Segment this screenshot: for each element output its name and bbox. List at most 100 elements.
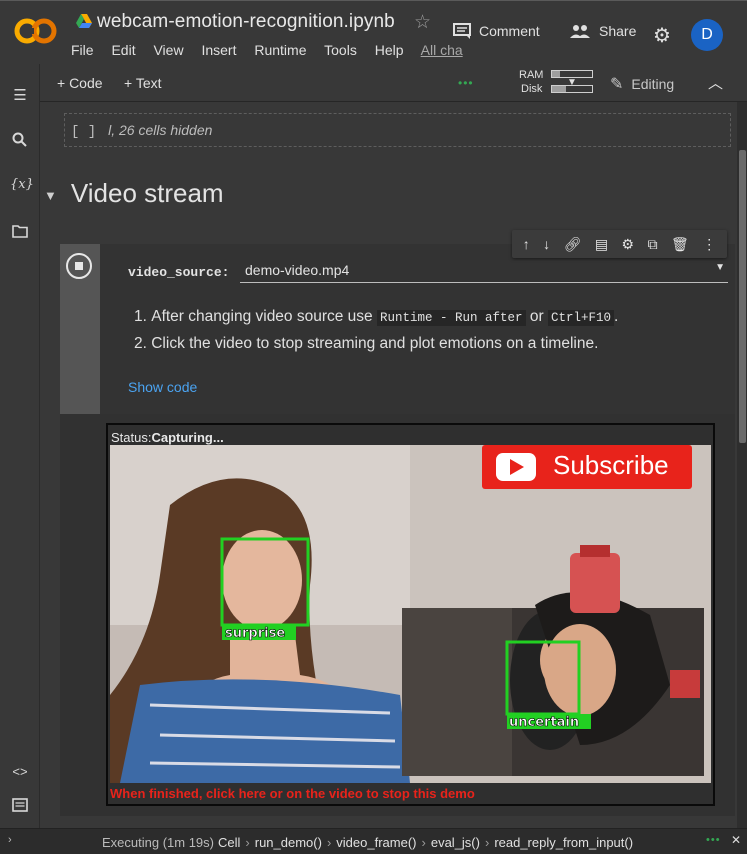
people-icon [570, 25, 590, 38]
settings-button[interactable]: ⚙ [653, 23, 671, 48]
menu-runtime[interactable]: Runtime [254, 42, 306, 58]
comment-icon[interactable]: ▤ [595, 236, 608, 253]
status-label: Status: [111, 430, 152, 445]
comment-icon [453, 23, 471, 39]
menu-insert[interactable]: Insert [201, 42, 236, 58]
cell-output: Status:Capturing... Subscribe surprise u… [106, 423, 715, 806]
add-text-button[interactable]: + Text [124, 75, 162, 91]
stop-icon [75, 262, 83, 270]
connection-status-icon[interactable]: ••• [458, 76, 474, 90]
menu-view[interactable]: View [153, 42, 183, 58]
comment-button[interactable]: Comment [453, 23, 540, 39]
show-code-link[interactable]: Show code [128, 379, 197, 395]
table-of-contents-icon[interactable]: ☰ [10, 86, 30, 106]
video-stream[interactable]: Subscribe surprise uncertain [110, 445, 711, 783]
disk-label: Disk [521, 83, 543, 95]
face-label-2: uncertain [509, 715, 579, 730]
path-video-frame[interactable]: video_frame() [336, 835, 416, 850]
menu-help[interactable]: Help [375, 42, 404, 58]
menu-file[interactable]: File [71, 42, 94, 58]
menu-bar: File Edit View Insert Runtime Tools Help… [71, 42, 477, 58]
video-source-select[interactable]: demo-video.mp4 ▼ [240, 257, 728, 283]
instruction-step-1: 1. After changing video source use Runti… [134, 308, 619, 326]
executing-status: Executing (1m 19s) [102, 835, 214, 850]
subscribe-text: Subscribe [553, 450, 669, 480]
terminal-icon[interactable] [10, 798, 30, 818]
path-cell[interactable]: Cell [218, 835, 240, 850]
capture-status: Status:Capturing... [111, 430, 224, 445]
add-code-button[interactable]: + Code [57, 75, 103, 91]
hidden-cells-row[interactable]: [ ] l, 26 cells hidden [64, 113, 731, 147]
search-icon[interactable] [10, 132, 30, 152]
path-read-reply[interactable]: read_reply_from_input() [494, 835, 633, 850]
path-run-demo[interactable]: run_demo() [255, 835, 322, 850]
step2-text: Click the video to stop streaming and pl… [151, 335, 599, 352]
instructions-list: 1. After changing video source use Runti… [134, 304, 618, 357]
pencil-icon: ✎ [610, 76, 624, 93]
collapse-header-icon[interactable]: ︿ [708, 72, 723, 93]
editing-label: Editing [631, 76, 675, 92]
menu-tools[interactable]: Tools [324, 42, 357, 58]
code-cell[interactable]: video_source: demo-video.mp4 ▼ 1. After … [60, 230, 735, 816]
menu-edit[interactable]: Edit [111, 42, 135, 58]
share-button[interactable]: Share [569, 23, 636, 39]
delete-icon[interactable]: 🗑︎ [671, 236, 689, 253]
mirror-cell-icon[interactable]: ⧉ [648, 236, 658, 253]
hidden-cells-text: l, 26 cells hidden [108, 122, 213, 138]
google-drive-icon[interactable] [76, 14, 92, 28]
resource-dropdown-icon[interactable]: ▼ [567, 77, 577, 88]
share-label: Share [599, 23, 637, 39]
code-snippets-icon[interactable]: <> [10, 764, 30, 784]
link-icon[interactable]: 🔗︎ [564, 236, 582, 253]
move-up-icon[interactable]: ↑ [523, 236, 530, 252]
disk-bar-fill [552, 86, 566, 92]
path-eval-js[interactable]: eval_js() [431, 835, 480, 850]
step1-prefix: After changing video source use [151, 308, 373, 325]
hidden-cells-bracket: [ ] [71, 124, 97, 140]
files-icon[interactable] [10, 224, 30, 244]
editing-mode-button[interactable]: ✎ Editing [610, 74, 674, 94]
video-frame: Subscribe surprise uncertain [110, 445, 711, 783]
face-label-1: surprise [225, 626, 285, 641]
comment-label: Comment [479, 23, 540, 39]
account-avatar[interactable]: D [691, 19, 723, 51]
notebook-toolbar: + Code + Text ••• RAM Disk ▼ ✎ Editing ︿ [40, 64, 747, 102]
notebook-content: [ ] l, 26 cells hidden ▼ Video stream vid… [40, 102, 737, 828]
step1-code-shortcut: Ctrl+F10 [547, 310, 614, 326]
step1-mid: or [529, 308, 544, 325]
star-icon[interactable]: ☆ [414, 11, 431, 34]
more-options-icon[interactable]: ⋮ [702, 236, 716, 253]
stop-execution-button[interactable] [66, 253, 92, 279]
collapse-caret-icon[interactable]: ▼ [44, 188, 57, 203]
section-header[interactable]: ▼ Video stream [44, 178, 224, 209]
section-title: Video stream [70, 178, 224, 208]
ram-label: RAM [519, 69, 544, 81]
left-rail: ☰ {x} <> [0, 64, 40, 828]
status-bar: › Executing (1m 19s) Cell › run_demo() › vid… [0, 828, 747, 854]
ram-bar-fill [552, 71, 560, 77]
gear-icon: ⚙ [653, 25, 671, 47]
close-status-icon[interactable]: ✕ [731, 833, 741, 847]
video-source-label: video_source: [128, 265, 230, 280]
variables-icon[interactable]: {x} [10, 177, 34, 197]
cell-gutter [60, 244, 100, 414]
video-source-value: demo-video.mp4 [245, 262, 350, 278]
step1-code-runtime: Runtime - Run after [377, 310, 526, 326]
all-changes-link[interactable]: All cha [421, 42, 463, 58]
colab-logo[interactable] [13, 15, 57, 47]
step1-suffix: . [613, 308, 619, 325]
status-value: Capturing... [151, 430, 224, 445]
top-bar: webcam-emotion-recognition.ipynb ☆ File … [0, 0, 747, 64]
execution-path: Cell › run_demo() › video_frame() › eval_js() ›… [218, 835, 634, 850]
stop-demo-message[interactable]: When finished, click here or on the vide… [110, 786, 475, 801]
instruction-step-2: 2. Click the video to stop streaming and… [134, 335, 599, 352]
move-down-icon[interactable]: ↓ [543, 236, 550, 252]
scrollbar-thumb[interactable] [739, 150, 746, 443]
status-more-icon[interactable]: ••• [706, 834, 721, 846]
cell-settings-icon[interactable]: ⚙ [622, 236, 635, 253]
dropdown-arrow-icon: ▼ [715, 262, 725, 273]
status-expand-icon[interactable]: › [8, 834, 12, 846]
cell-toolbar: ↑ ↓ 🔗︎ ▤ ⚙ ⧉ 🗑︎ ⋮ [512, 230, 727, 258]
cell-form: video_source: demo-video.mp4 ▼ 1. After … [100, 244, 735, 414]
notebook-title[interactable]: webcam-emotion-recognition.ipynb [97, 11, 395, 33]
